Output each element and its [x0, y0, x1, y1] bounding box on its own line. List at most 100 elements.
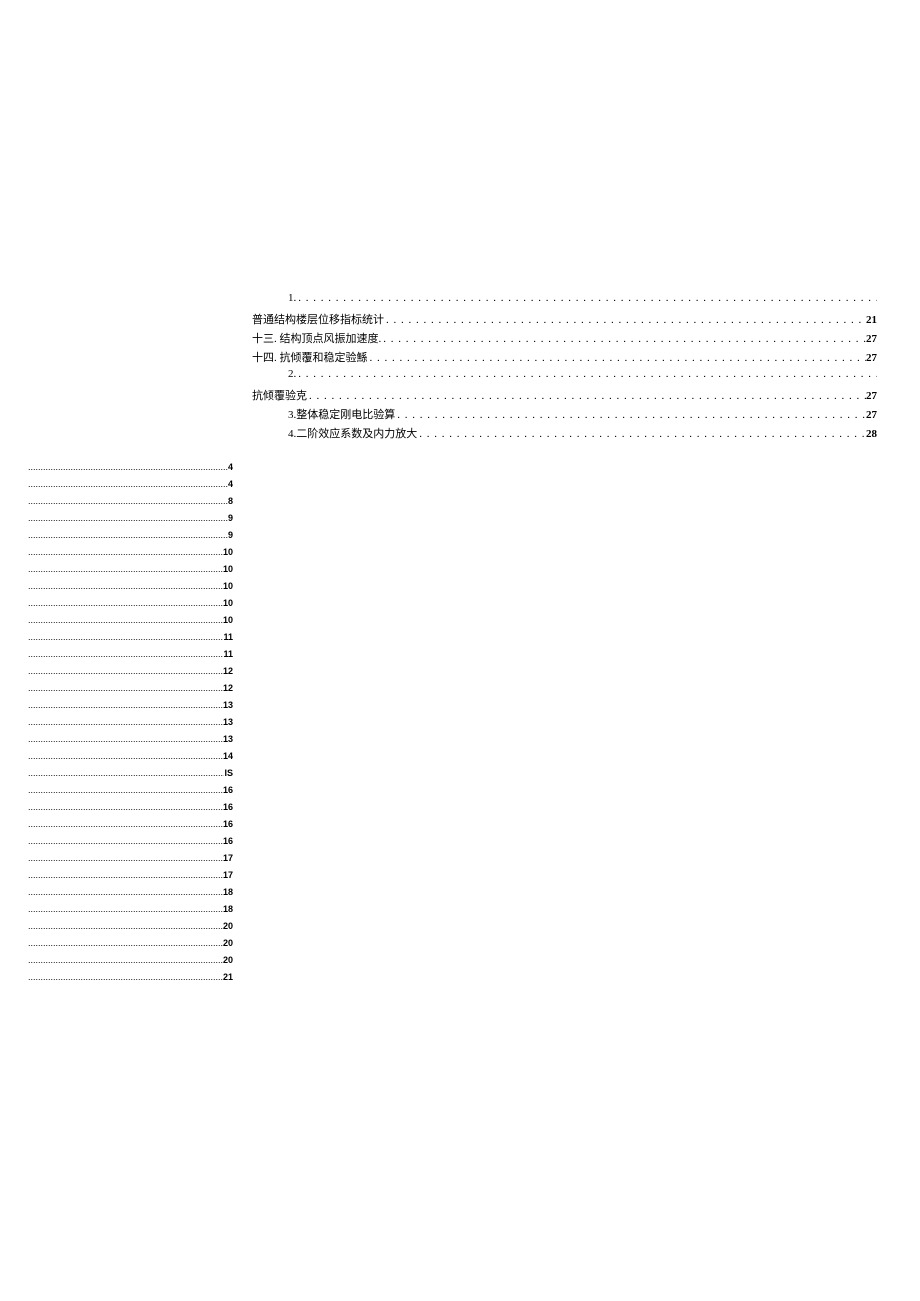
toc-entry-page: 11: [223, 649, 233, 659]
toc-entry: ........................................…: [28, 802, 233, 819]
toc-entry-page: 27: [866, 390, 877, 402]
toc-entry: ........................................…: [28, 819, 233, 836]
toc-entry-page: 20: [223, 955, 233, 965]
toc-entry-page: 16: [223, 802, 233, 812]
toc-leader-dots: ........................................…: [28, 564, 223, 574]
toc-leader-dots: . . . . . . . . . . . . . . . . . . . . …: [395, 409, 866, 421]
toc-entry-label: 2.: [288, 368, 296, 380]
toc-entry-label: 抗倾覆验克: [252, 387, 307, 403]
toc-leader-dots: ........................................…: [28, 887, 223, 897]
toc-entry-page: 20: [223, 938, 233, 948]
toc-entry-page: 9: [228, 513, 233, 523]
toc-entry: ........................................…: [28, 887, 233, 904]
toc-leader-dots: ........................................…: [28, 581, 223, 591]
toc-leader-dots: ........................................…: [28, 819, 223, 829]
toc-entry-label: 十三. 结构顶点风振加速度.: [252, 330, 381, 346]
toc-entry-page: 21: [866, 314, 877, 326]
toc-entry-page: 27: [866, 352, 877, 364]
toc-entry-page: 17: [223, 853, 233, 863]
toc-entry-page: 12: [223, 666, 233, 676]
toc-entry: 普通结构楼层位移指标统计. . . . . . . . . . . . . . …: [252, 311, 877, 329]
toc-entry: 1.. . . . . . . . . . . . . . . . . . . …: [252, 292, 877, 310]
toc-entry: ........................................…: [28, 479, 233, 496]
toc-leader-dots: ........................................…: [28, 870, 223, 880]
toc-leader-dots: ........................................…: [28, 598, 223, 608]
toc-entry: ........................................…: [28, 972, 233, 989]
toc-leader-dots: ........................................…: [28, 479, 228, 489]
toc-entry-label: 十四. 抗倾覆和稳定验鯀: [252, 349, 368, 365]
toc-entry-page: 16: [223, 836, 233, 846]
toc-entry-page: 14: [223, 751, 233, 761]
toc-leader-dots: ........................................…: [28, 751, 223, 761]
toc-leader-dots: . . . . . . . . . . . . . . . . . . . . …: [417, 428, 866, 440]
toc-entry: 抗倾覆验克. . . . . . . . . . . . . . . . . .…: [252, 387, 877, 405]
toc-entry-page: 17: [223, 870, 233, 880]
toc-entry-page: 16: [223, 819, 233, 829]
toc-entry: 十三. 结构顶点风振加速度.. . . . . . . . . . . . . …: [252, 330, 877, 348]
toc-entry-page: 13: [223, 700, 233, 710]
toc-entry: ........................................…: [28, 904, 233, 921]
toc-entry-page: 21: [223, 972, 233, 982]
toc-entry: ........................................…: [28, 598, 233, 615]
toc-entry: ........................................…: [28, 938, 233, 955]
toc-leader-dots: ........................................…: [28, 836, 223, 846]
toc-entry: ........................................…: [28, 836, 233, 853]
toc-leader-dots: ........................................…: [28, 938, 223, 948]
toc-entry-page: 27: [866, 333, 877, 345]
toc-entry: 4.二阶效应系数及内力放大. . . . . . . . . . . . . .…: [252, 425, 877, 443]
toc-leader-dots: ........................................…: [28, 955, 223, 965]
toc-leader-dots: ........................................…: [28, 904, 223, 914]
toc-entry: ........................................…: [28, 615, 233, 632]
toc-entry-page: 20: [223, 921, 233, 931]
toc-leader-dots: ........................................…: [28, 547, 223, 557]
toc-leader-dots: . . . . . . . . . . . . . . . . . . . . …: [296, 368, 877, 380]
toc-entry: 2.. . . . . . . . . . . . . . . . . . . …: [252, 368, 877, 386]
toc-leader-dots: ........................................…: [28, 530, 228, 540]
toc-leader-dots: . . . . . . . . . . . . . . . . . . . . …: [381, 333, 866, 345]
toc-leader-dots: ........................................…: [28, 700, 223, 710]
toc-leader-dots: ........................................…: [28, 853, 223, 863]
toc-entry-page: 13: [223, 717, 233, 727]
toc-entry-page: 13: [223, 734, 233, 744]
toc-entry: ........................................…: [28, 683, 233, 700]
toc-entry: ........................................…: [28, 785, 233, 802]
toc-entry: ........................................…: [28, 547, 233, 564]
toc-entry-page: 16: [223, 785, 233, 795]
toc-top-block: 1.. . . . . . . . . . . . . . . . . . . …: [252, 292, 877, 444]
toc-entry: ........................................…: [28, 564, 233, 581]
toc-entry-page: 9: [228, 530, 233, 540]
toc-entry: ........................................…: [28, 853, 233, 870]
toc-leader-dots: ........................................…: [28, 972, 223, 982]
toc-entry: ........................................…: [28, 751, 233, 768]
toc-entry: ........................................…: [28, 955, 233, 972]
toc-entry: ........................................…: [28, 649, 233, 666]
toc-entry-page: 4: [228, 462, 233, 472]
toc-entry-label: 1.: [288, 292, 296, 304]
toc-entry-page: 12: [223, 683, 233, 693]
toc-leader-dots: ........................................…: [28, 802, 223, 812]
toc-leader-dots: . . . . . . . . . . . . . . . . . . . . …: [296, 292, 877, 304]
toc-leader-dots: ........................................…: [28, 649, 223, 659]
toc-entry: 十四. 抗倾覆和稳定验鯀. . . . . . . . . . . . . . …: [252, 349, 877, 367]
toc-leader-dots: ........................................…: [28, 683, 223, 693]
toc-entry: ........................................…: [28, 870, 233, 887]
toc-entry-page: 10: [223, 615, 233, 625]
toc-entry-page: 10: [223, 547, 233, 557]
toc-entry: ........................................…: [28, 700, 233, 717]
toc-leader-dots: . . . . . . . . . . . . . . . . . . . . …: [368, 352, 867, 364]
toc-entry: ........................................…: [28, 632, 233, 649]
toc-entry-page: 28: [866, 428, 877, 440]
toc-leader-dots: . . . . . . . . . . . . . . . . . . . . …: [384, 314, 866, 326]
toc-entry-page: 8: [228, 496, 233, 506]
toc-leader-dots: ........................................…: [28, 734, 223, 744]
toc-entry: ........................................…: [28, 768, 233, 785]
toc-leader-dots: ........................................…: [28, 785, 223, 795]
toc-entry-page: 11: [223, 632, 233, 642]
toc-leader-dots: . . . . . . . . . . . . . . . . . . . . …: [307, 390, 866, 402]
toc-entry: ........................................…: [28, 530, 233, 547]
toc-entry: ........................................…: [28, 513, 233, 530]
toc-leader-dots: ........................................…: [28, 496, 228, 506]
toc-leader-dots: ........................................…: [28, 921, 223, 931]
toc-leader-dots: ........................................…: [28, 632, 223, 642]
toc-entry: 3.整体稳定刚电比验算. . . . . . . . . . . . . . .…: [252, 406, 877, 424]
